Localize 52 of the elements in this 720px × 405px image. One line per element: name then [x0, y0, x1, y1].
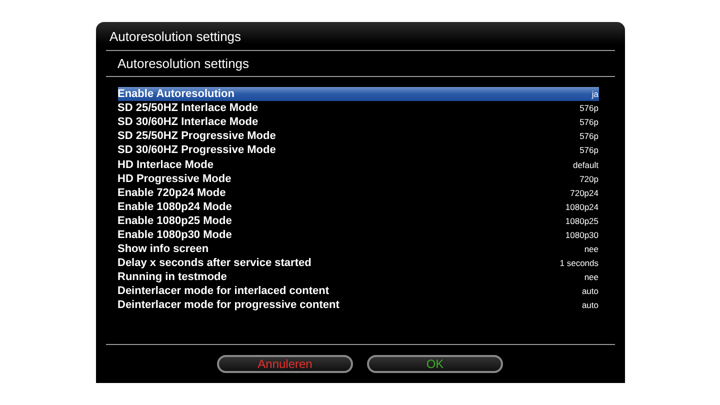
setting-label: Enable 1080p24 Mode	[118, 200, 232, 213]
setting-row[interactable]: Delay x seconds after service started 1 seconds	[118, 256, 598, 270]
setting-label: SD 30/60HZ Interlace Mode	[118, 116, 258, 128]
setting-row[interactable]: Deinterlacer mode for interlaced content auto	[118, 284, 598, 298]
setting-value: 1080p30	[565, 230, 598, 240]
setting-value: 1 seconds	[560, 258, 598, 268]
setting-row[interactable]: HD Interlace Mode default	[118, 157, 598, 172]
setting-row[interactable]: Enable 1080p25 Mode 1080p25	[118, 214, 598, 228]
setting-row[interactable]: Show info screen nee	[118, 242, 598, 256]
setting-label: Enable 1080p25 Mode	[118, 214, 232, 227]
setting-label: HD Interlace Mode	[118, 158, 214, 171]
setting-value: 576p	[580, 103, 598, 114]
setting-value: ja	[592, 89, 598, 100]
window-title: Autoresolution settings	[108, 28, 242, 46]
setting-value: nee	[584, 272, 598, 282]
setting-label: Deinterlacer mode for progressive content	[118, 299, 340, 312]
setting-value: auto	[582, 300, 598, 310]
setting-label: Enable 720p24 Mode	[118, 186, 226, 199]
setting-label: Delay x seconds after service started	[118, 257, 312, 270]
setting-label: Enable 1080p30 Mode	[118, 228, 232, 241]
setting-value: 720p	[580, 174, 598, 184]
setting-value: auto	[582, 286, 598, 296]
setting-value: 1080p25	[565, 216, 598, 226]
setting-label: Enable Autoresolution	[118, 88, 234, 100]
setting-label: HD Progressive Mode	[118, 172, 232, 185]
setting-row[interactable]: Enable 1080p30 Mode 1080p30	[118, 228, 598, 242]
setting-row[interactable]: SD 25/50HZ Progressive Mode 576p	[118, 129, 598, 144]
setting-row[interactable]: SD 30/60HZ Interlace Mode 576p	[118, 115, 598, 130]
setting-value: 1080p24	[565, 202, 598, 212]
setting-row[interactable]: Enable 720p24 Mode 720p24	[118, 186, 598, 200]
ok-button[interactable]: OK	[367, 355, 503, 373]
setting-value: 576p	[580, 117, 598, 128]
setting-value: 720p24	[570, 188, 598, 198]
setting-value: nee	[584, 244, 598, 254]
setting-row[interactable]: SD 30/60HZ Progressive Mode 576p	[118, 143, 598, 158]
setting-row[interactable]: Enable Autoresolution ja	[118, 87, 598, 102]
setting-row[interactable]: HD Progressive Mode 720p	[118, 172, 598, 186]
setting-row[interactable]: Running in testmode nee	[118, 270, 598, 284]
setting-label: SD 30/60HZ Progressive Mode	[118, 144, 276, 156]
setting-row[interactable]: Enable 1080p24 Mode 1080p24	[118, 200, 598, 214]
setting-label: Running in testmode	[118, 271, 227, 284]
cancel-button[interactable]: Annuleren	[217, 355, 353, 373]
setting-value: 576p	[580, 131, 598, 142]
setting-label: Deinterlacer mode for interlaced content	[118, 285, 329, 298]
setting-label: SD 25/50HZ Progressive Mode	[118, 130, 276, 142]
setting-row[interactable]: Deinterlacer mode for progressive content auto	[118, 298, 598, 312]
setting-label: SD 25/50HZ Interlace Mode	[118, 102, 258, 114]
setting-row[interactable]: SD 25/50HZ Interlace Mode 576p	[118, 101, 598, 116]
setting-label: Show info screen	[118, 243, 209, 256]
setting-value: 576p	[580, 145, 598, 156]
setting-value: default	[572, 160, 598, 170]
section-title: Autoresolution settings	[116, 55, 250, 73]
